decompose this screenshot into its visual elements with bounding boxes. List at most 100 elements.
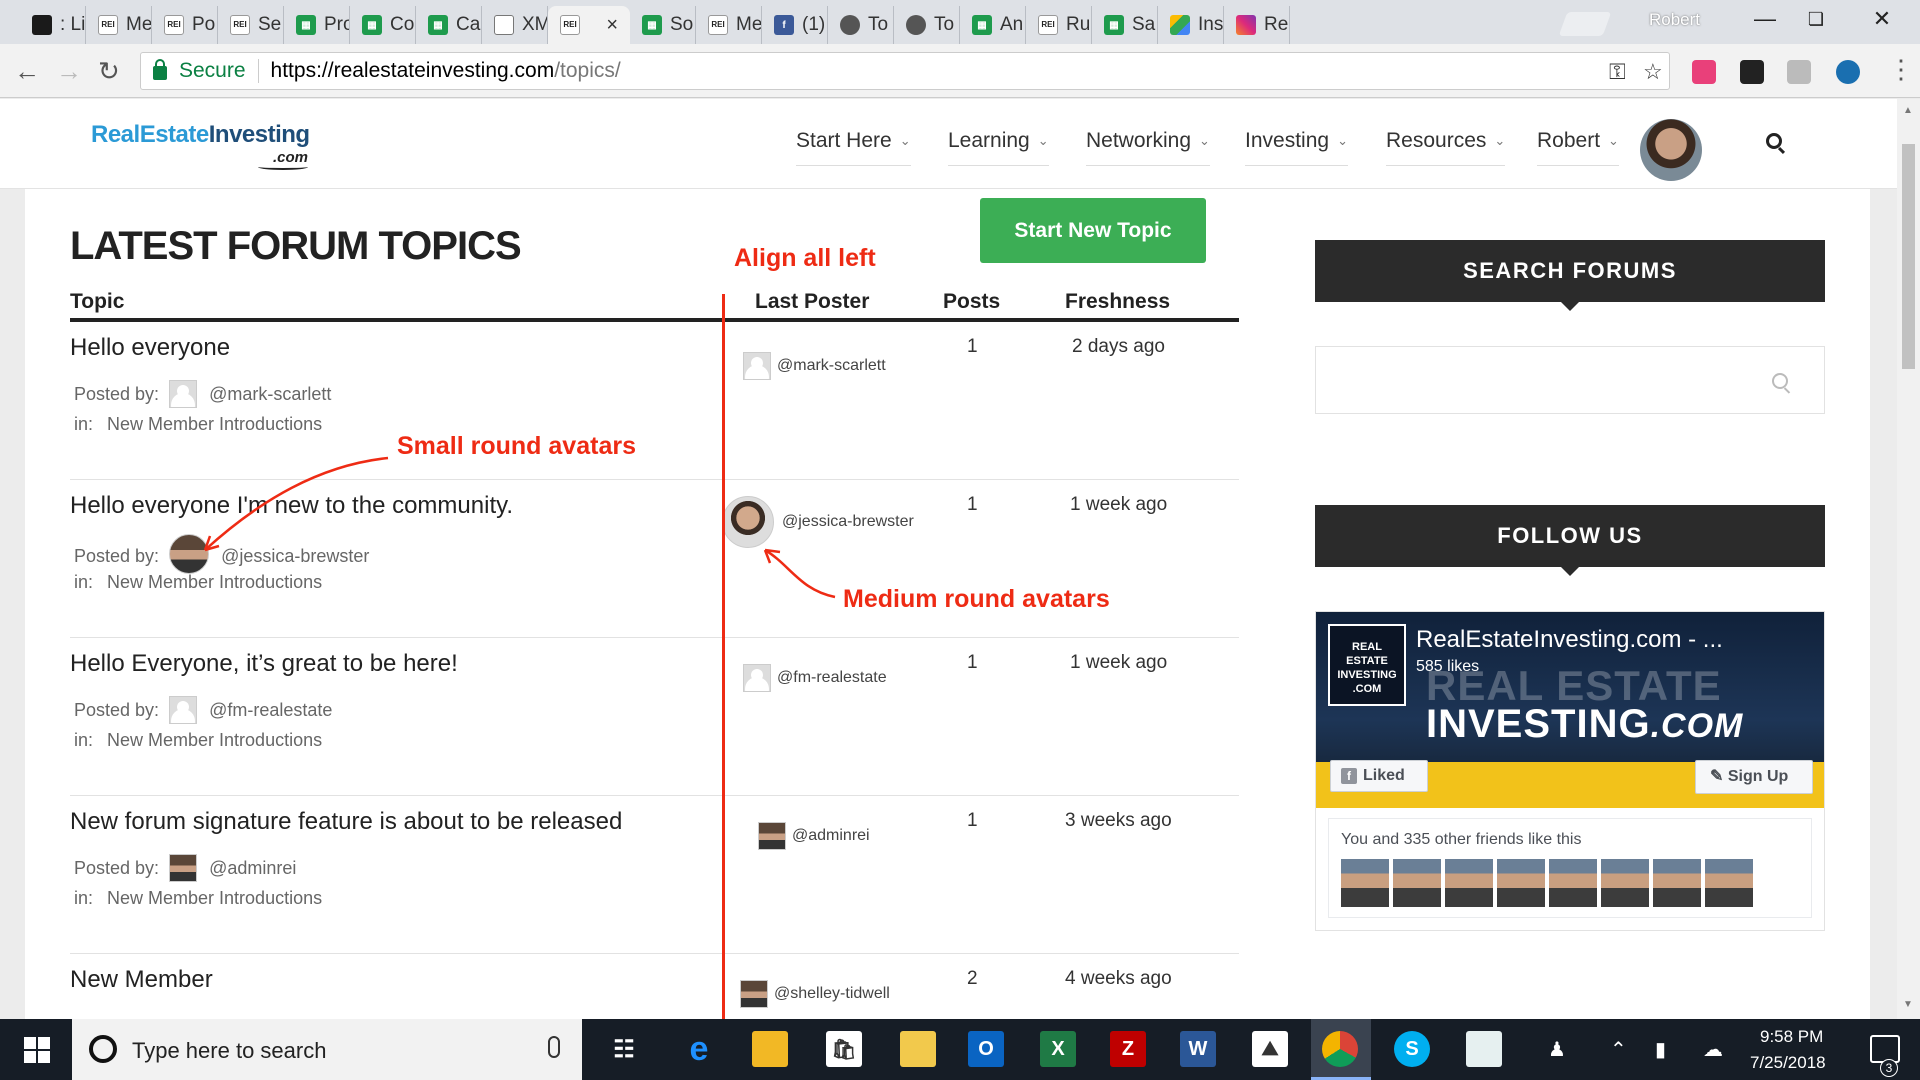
scroll-up-icon[interactable]: ▲ (1903, 105, 1913, 116)
browser-tab[interactable]: REI Po (152, 6, 218, 44)
battery-icon[interactable]: ▮ (1655, 1037, 1666, 1062)
task-view-icon[interactable]: ☷ (606, 1031, 642, 1067)
new-tab-button[interactable] (1558, 12, 1612, 36)
topic-title-link[interactable]: New Member (70, 966, 213, 994)
nav-user-robert[interactable]: Robert ⌄ (1537, 129, 1619, 166)
key-icon[interactable]: ⚿ (1609, 59, 1626, 85)
facebook-page-logo[interactable]: REAL ESTATE INVESTING .COM (1328, 624, 1406, 706)
restore-icon[interactable]: ❏ (1796, 9, 1836, 39)
browser-tab[interactable]: Re (1224, 6, 1290, 44)
facebook-liked-button[interactable]: f Liked (1330, 760, 1428, 792)
freshness-link[interactable]: 4 weeks ago (1065, 968, 1172, 990)
browser-tab[interactable]: REI Me (86, 6, 152, 44)
browser-tab[interactable]: ▦ Cal (416, 6, 482, 44)
author-link[interactable]: @adminrei (209, 858, 296, 879)
freshness-link[interactable]: 2 days ago (1072, 336, 1165, 358)
author-link[interactable]: @mark-scarlett (209, 384, 331, 405)
nav-start-here[interactable]: Start Here ⌄ (796, 129, 911, 166)
close-tab-icon[interactable]: × (606, 14, 618, 37)
friend-avatar[interactable] (1393, 859, 1441, 907)
friend-avatar[interactable] (1549, 859, 1597, 907)
browser-tab[interactable]: ▦ Sa (1092, 6, 1158, 44)
store-icon[interactable]: 🛍 (826, 1031, 862, 1067)
clock-time[interactable]: 9:58 PM (1760, 1027, 1823, 1047)
word-icon[interactable]: W (1180, 1031, 1216, 1067)
nav-investing[interactable]: Investing ⌄ (1245, 129, 1348, 166)
extension-icon-4[interactable] (1836, 60, 1860, 84)
forum-link[interactable]: New Member Introductions (107, 414, 322, 434)
friend-avatar[interactable] (1445, 859, 1493, 907)
freshness-link[interactable]: 1 week ago (1070, 494, 1167, 516)
nav-networking[interactable]: Networking ⌄ (1086, 129, 1210, 166)
clock-date[interactable]: 7/25/2018 (1750, 1053, 1826, 1073)
scrollbar-thumb[interactable] (1902, 144, 1915, 369)
browser-tab[interactable]: ▦ Co (350, 6, 416, 44)
facebook-signup-button[interactable]: ✎ Sign Up (1695, 760, 1813, 794)
folder-cloud-icon[interactable] (900, 1031, 936, 1067)
topic-title-link[interactable]: New forum signature feature is about to … (70, 808, 622, 836)
author-link[interactable]: @fm-realestate (209, 700, 332, 721)
forum-link[interactable]: New Member Introductions (107, 572, 322, 592)
photos-icon[interactable]: ⛰ (1252, 1031, 1288, 1067)
scroll-down-icon[interactable]: ▼ (1903, 999, 1913, 1010)
browser-tab[interactable]: ▦ Pro (284, 6, 350, 44)
last-poster[interactable]: @adminrei (758, 822, 870, 850)
browser-tab[interactable]: : Li (20, 6, 86, 44)
close-window-icon[interactable]: ✕ (1862, 6, 1902, 36)
skype-icon[interactable]: S (1394, 1031, 1430, 1067)
filezilla-icon[interactable]: Z (1110, 1031, 1146, 1067)
topic-title-link[interactable]: Hello everyone I'm new to the community. (70, 492, 513, 520)
user-avatar[interactable] (1640, 119, 1702, 181)
freshness-link[interactable]: 1 week ago (1070, 652, 1167, 674)
author-link[interactable]: @jessica-brewster (221, 546, 369, 567)
nav-resources[interactable]: Resources ⌄ (1386, 129, 1506, 166)
browser-tab[interactable]: REI Me (696, 6, 762, 44)
friend-avatar[interactable] (1653, 859, 1701, 907)
last-poster[interactable]: @mark-scarlett (743, 352, 886, 380)
browser-tab[interactable]: f (1) (762, 6, 828, 44)
topic-title-link[interactable]: Hello everyone (70, 334, 230, 362)
browser-tab[interactable]: ▦ So (630, 6, 696, 44)
chrome-icon[interactable] (1322, 1031, 1358, 1067)
edge-icon[interactable]: e (681, 1030, 717, 1068)
people-icon[interactable]: ♟ (1548, 1037, 1566, 1062)
browser-tab[interactable]: REI Ru (1026, 6, 1092, 44)
forum-search-input[interactable] (1315, 346, 1825, 414)
last-poster[interactable]: @fm-realestate (743, 664, 887, 692)
browser-menu-icon[interactable]: ⋮ (1888, 54, 1914, 85)
facebook-page-name[interactable]: RealEstateInvesting.com - ... (1416, 626, 1723, 654)
app-icon[interactable] (1466, 1031, 1502, 1067)
back-icon[interactable]: ← (14, 56, 40, 87)
extension-owl-icon[interactable] (1740, 60, 1764, 84)
taskbar-search-box[interactable]: Type here to search (72, 1019, 582, 1080)
address-bar[interactable]: Secure https://realestateinvesting.com/t… (140, 52, 1670, 90)
file-explorer-icon[interactable] (752, 1031, 788, 1067)
search-icon[interactable] (1766, 133, 1782, 149)
friend-avatar[interactable] (1497, 859, 1545, 907)
minimize-icon[interactable]: — (1745, 6, 1785, 36)
extension-icon-1[interactable] (1692, 60, 1716, 84)
browser-tab[interactable]: REI × (548, 6, 630, 44)
site-logo[interactable]: RealEstateInvesting (91, 121, 310, 149)
last-poster[interactable]: @shelley-tidwell (740, 980, 890, 1008)
forum-link[interactable]: New Member Introductions (107, 730, 322, 750)
forum-link[interactable]: New Member Introductions (107, 888, 322, 908)
browser-tab[interactable]: REI Se (218, 6, 284, 44)
freshness-link[interactable]: 3 weeks ago (1065, 810, 1172, 832)
microphone-icon[interactable] (548, 1036, 560, 1058)
onedrive-icon[interactable]: ☁ (1703, 1037, 1723, 1062)
browser-tab[interactable]: To (894, 6, 960, 44)
browser-tab[interactable]: To (828, 6, 894, 44)
browser-tab[interactable]: XM (482, 6, 548, 44)
browser-profile-name[interactable]: Robert (1649, 10, 1700, 30)
facebook-cover-image[interactable]: REAL ESTATE INVESTING.COM REAL ESTATE IN… (1316, 612, 1824, 808)
excel-icon[interactable]: X (1040, 1031, 1076, 1067)
friend-avatar[interactable] (1601, 859, 1649, 907)
chevron-up-icon[interactable]: ⌃ (1610, 1037, 1627, 1062)
browser-tab[interactable]: Ins (1158, 6, 1224, 44)
start-new-topic-button[interactable]: Start New Topic (980, 198, 1206, 263)
last-poster[interactable]: @jessica-brewster (722, 496, 914, 548)
topic-title-link[interactable]: Hello Everyone, it’s great to be here! (70, 650, 458, 678)
page-scrollbar[interactable]: ▲ ▼ (1897, 99, 1920, 1019)
search-icon[interactable] (1772, 373, 1788, 389)
